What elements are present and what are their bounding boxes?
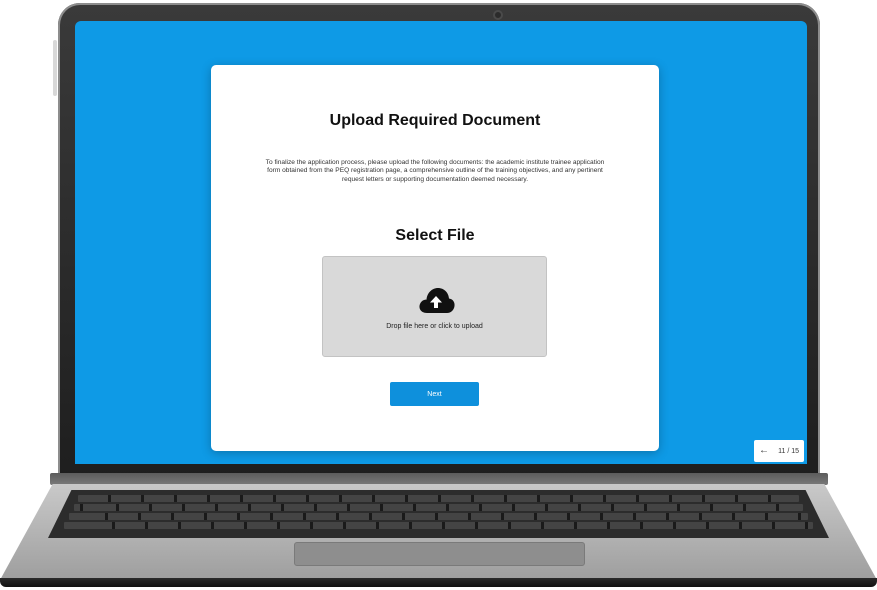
key-row	[64, 522, 813, 529]
page-title: Upload Required Document	[329, 112, 541, 129]
next-button[interactable]: Next	[390, 382, 479, 406]
dropzone-label: Drop file here or click to upload	[386, 323, 483, 330]
instructions-text: To finalize the application process, ple…	[265, 159, 605, 183]
webcam	[493, 10, 503, 20]
key-row	[78, 495, 799, 502]
key-row	[74, 504, 803, 511]
laptop-base-edge	[0, 578, 877, 587]
page-counter: 11 / 15	[778, 447, 799, 455]
upload-card: Upload Required Document To finalize the…	[211, 65, 659, 451]
laptop-hinge	[50, 473, 828, 485]
laptop-screen: Upload Required Document To finalize the…	[75, 21, 807, 464]
file-dropzone[interactable]: Drop file here or click to upload	[322, 256, 547, 357]
select-file-heading: Select File	[395, 227, 475, 244]
laptop-side-button	[53, 40, 57, 96]
cloud-upload-icon	[419, 288, 455, 313]
trackpad	[294, 542, 585, 566]
keyboard	[48, 490, 829, 538]
arrow-left-icon[interactable]: ←	[759, 446, 769, 456]
slide-pager: ← 11 / 15	[754, 440, 804, 462]
key-row	[69, 513, 808, 520]
